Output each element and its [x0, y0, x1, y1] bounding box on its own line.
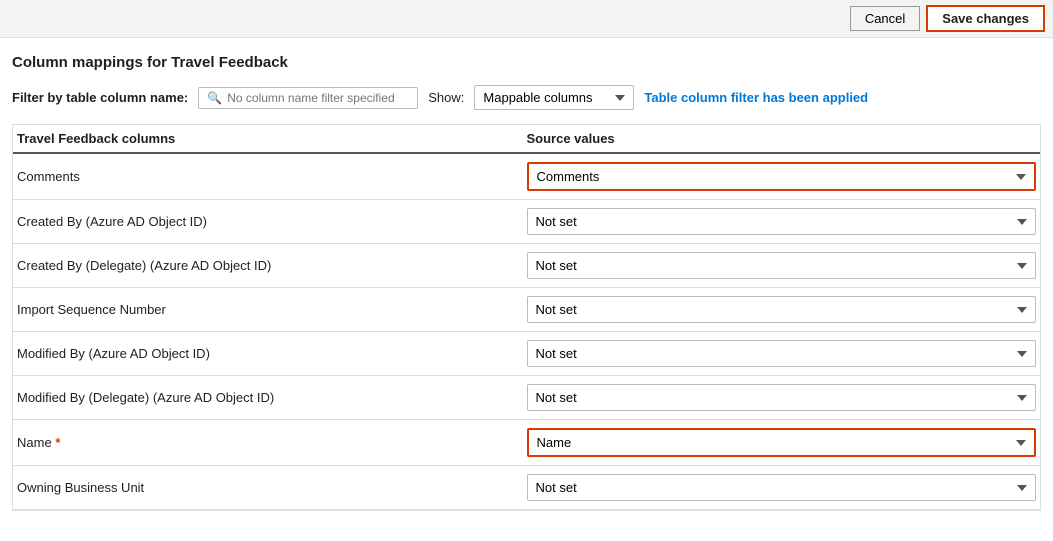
table-row: CommentsComments — [13, 154, 1040, 200]
column-name-comments: Comments — [17, 169, 527, 184]
source-value-select-import-seq[interactable]: Not set — [527, 296, 1037, 323]
column-label: Name — [17, 435, 52, 450]
table-body: CommentsCommentsCreated By (Azure AD Obj… — [13, 154, 1040, 510]
table-row: Created By (Azure AD Object ID)Not set — [13, 200, 1040, 244]
source-value-select-owning-business-unit[interactable]: Not set — [527, 474, 1037, 501]
column-name-import-seq: Import Sequence Number — [17, 302, 527, 317]
source-value-select-modified-by-delegate[interactable]: Not set — [527, 384, 1037, 411]
col2-header: Source values — [527, 131, 1037, 146]
column-name-modified-by-delegate: Modified By (Delegate) (Azure AD Object … — [17, 390, 527, 405]
save-changes-button[interactable]: Save changes — [926, 5, 1045, 32]
table-row: Modified By (Azure AD Object ID)Not set — [13, 332, 1040, 376]
table-row: Owning Business UnitNot set — [13, 466, 1040, 510]
page-title: Column mappings for Travel Feedback — [12, 54, 1041, 71]
column-name-name: Name * — [17, 435, 527, 450]
top-bar: Cancel Save changes — [0, 0, 1053, 38]
column-name-owning-business-unit: Owning Business Unit — [17, 480, 527, 495]
required-indicator: * — [55, 435, 60, 450]
col1-header: Travel Feedback columns — [17, 131, 527, 146]
table-row: Created By (Delegate) (Azure AD Object I… — [13, 244, 1040, 288]
column-value-created-by: Not set — [527, 208, 1037, 235]
table-row: Modified By (Delegate) (Azure AD Object … — [13, 376, 1040, 420]
column-value-name: Name — [527, 428, 1037, 457]
table-header: Travel Feedback columns Source values — [13, 125, 1040, 154]
show-label: Show: — [428, 90, 464, 105]
column-value-created-by-delegate: Not set — [527, 252, 1037, 279]
source-value-select-created-by-delegate[interactable]: Not set — [527, 252, 1037, 279]
search-icon: 🔍 — [207, 91, 222, 105]
column-name-created-by-delegate: Created By (Delegate) (Azure AD Object I… — [17, 258, 527, 273]
column-value-import-seq: Not set — [527, 296, 1037, 323]
filter-applied-message: Table column filter has been applied — [644, 90, 868, 105]
column-value-modified-by: Not set — [527, 340, 1037, 367]
source-value-select-modified-by[interactable]: Not set — [527, 340, 1037, 367]
filter-label: Filter by table column name: — [12, 90, 188, 105]
column-mappings-table: Travel Feedback columns Source values Co… — [12, 124, 1041, 511]
column-value-comments: Comments — [527, 162, 1037, 191]
column-value-modified-by-delegate: Not set — [527, 384, 1037, 411]
show-select[interactable]: Mappable columns All columns — [474, 85, 634, 110]
source-value-select-comments[interactable]: Comments — [527, 162, 1037, 191]
cancel-button[interactable]: Cancel — [850, 6, 920, 31]
column-name-modified-by: Modified By (Azure AD Object ID) — [17, 346, 527, 361]
filter-input[interactable] — [227, 91, 407, 105]
table-row: Import Sequence NumberNot set — [13, 288, 1040, 332]
filter-input-wrap[interactable]: 🔍 — [198, 87, 418, 109]
main-content: Column mappings for Travel Feedback Filt… — [0, 38, 1053, 527]
table-row: Name *Name — [13, 420, 1040, 466]
filter-row: Filter by table column name: 🔍 Show: Map… — [12, 85, 1041, 110]
source-value-select-created-by[interactable]: Not set — [527, 208, 1037, 235]
column-value-owning-business-unit: Not set — [527, 474, 1037, 501]
source-value-select-name[interactable]: Name — [527, 428, 1037, 457]
column-name-created-by: Created By (Azure AD Object ID) — [17, 214, 527, 229]
